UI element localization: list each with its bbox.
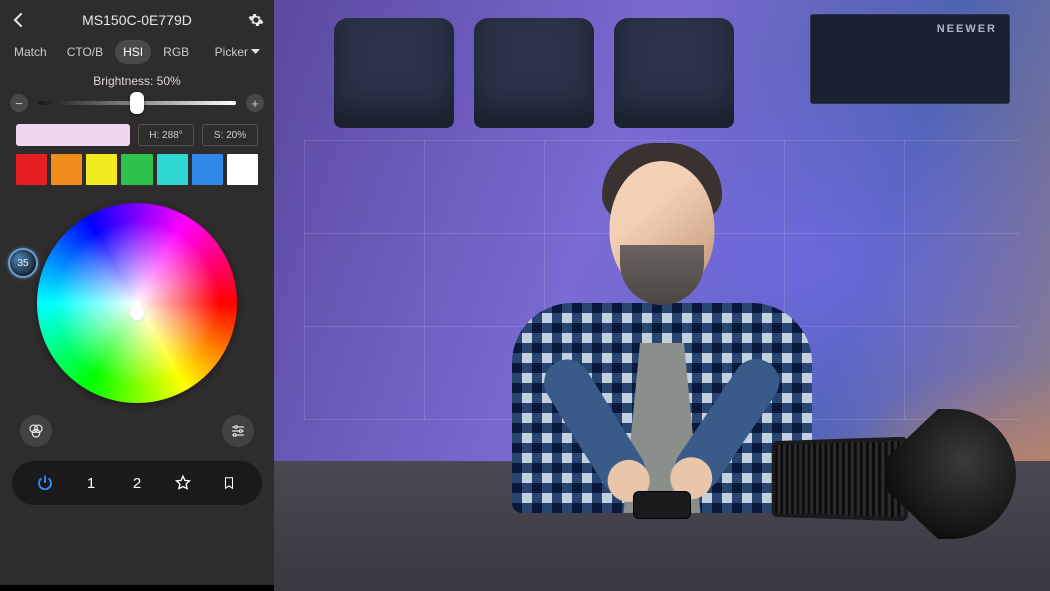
chevron-down-icon <box>251 49 260 55</box>
swatch-cyan[interactable] <box>157 154 188 185</box>
settings-button[interactable] <box>248 12 264 28</box>
sat-readout[interactable]: S: 20% <box>202 124 258 146</box>
util-row <box>0 411 274 455</box>
brightness-slider-thumb[interactable] <box>130 92 144 114</box>
color-wheel[interactable] <box>37 203 237 403</box>
hue-readout[interactable]: H: 288° <box>138 124 194 146</box>
swatch-orange[interactable] <box>51 154 82 185</box>
panel-header: MS150C-0E779D <box>0 0 274 40</box>
bookmark-button[interactable] <box>212 466 246 500</box>
tab-match[interactable]: Match <box>6 40 55 64</box>
favorite-button[interactable] <box>166 466 200 500</box>
light-fixture <box>766 389 1016 539</box>
camera-bag <box>614 18 734 128</box>
video-scene: NEEWER <box>274 0 1050 591</box>
tab-picker-label: Picker <box>215 45 248 59</box>
brand-label: NEEWER <box>937 23 997 35</box>
device-title: MS150C-0E779D <box>26 12 248 28</box>
brightness-slider[interactable] <box>38 101 236 105</box>
tab-picker[interactable]: Picker <box>207 40 268 64</box>
bottom-black-bar <box>0 585 274 591</box>
brightness-slider-row: − + <box>0 94 274 124</box>
neewer-box: NEEWER <box>810 14 1010 104</box>
swatch-green[interactable] <box>121 154 152 185</box>
tab-rgb[interactable]: RGB <box>155 40 197 64</box>
swatch-red[interactable] <box>16 154 47 185</box>
smartphone <box>633 491 691 519</box>
adjust-sliders-button[interactable] <box>222 415 254 447</box>
camera-bag <box>334 18 454 128</box>
color-wheel-area <box>0 189 274 411</box>
tab-cto[interactable]: CTO/B <box>59 40 111 64</box>
preset-2[interactable]: 2 <box>120 466 154 500</box>
control-panel: MS150C-0E779D Match CTO/B HSI RGB Picker… <box>0 0 274 591</box>
swatch-yellow[interactable] <box>86 154 117 185</box>
color-preview-swatch <box>16 124 130 146</box>
tab-hsi[interactable]: HSI <box>115 40 151 64</box>
camera-bag <box>474 18 594 128</box>
color-wheel-thumb[interactable] <box>130 306 144 320</box>
color-link-button[interactable] <box>20 415 52 447</box>
bottom-bar: 1 2 <box>12 461 262 505</box>
brightness-decrease[interactable]: − <box>10 94 28 112</box>
quick-swatches <box>0 146 274 189</box>
preset-1[interactable]: 1 <box>74 466 108 500</box>
hs-readout-row: H: 288° S: 20% <box>0 124 274 146</box>
mode-tabs: Match CTO/B HSI RGB Picker <box>0 40 274 72</box>
swatch-white[interactable] <box>227 154 258 185</box>
power-button[interactable] <box>28 466 62 500</box>
back-button[interactable] <box>10 12 26 28</box>
brightness-increase[interactable]: + <box>246 94 264 112</box>
swatch-blue[interactable] <box>192 154 223 185</box>
brightness-label: Brightness: 50% <box>0 72 274 94</box>
